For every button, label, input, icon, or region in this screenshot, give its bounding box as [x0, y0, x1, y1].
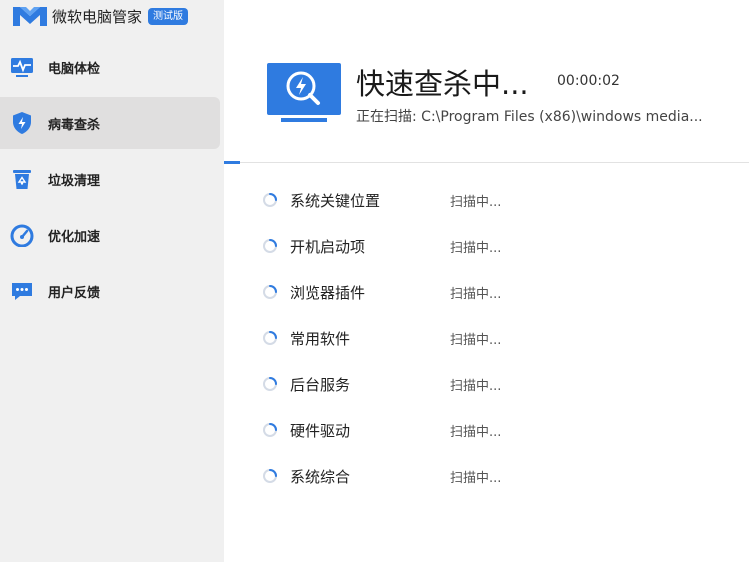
scan-item-label: 系统关键位置 [290, 191, 381, 210]
chat-bubble-icon [10, 279, 34, 303]
shield-lightning-icon [10, 111, 34, 135]
scan-item: 系统关键位置 扫描中... [262, 188, 682, 212]
scan-item-label: 硬件驱动 [290, 421, 351, 440]
sidebar-item-pc-checkup[interactable]: 电脑体检 [0, 41, 220, 93]
scan-item-status: 扫描中... [450, 378, 502, 394]
scan-current-path: 正在扫描: C:\Program Files (x86)\windows med… [356, 109, 703, 125]
scan-item-status: 扫描中... [450, 286, 502, 302]
loading-spinner-icon [262, 192, 278, 208]
sidebar-item-junk-cleanup[interactable]: 垃圾清理 [0, 153, 220, 205]
scan-item-label: 开机启动项 [290, 237, 366, 256]
scan-item-status: 扫描中... [450, 240, 502, 256]
sidebar-item-optimize[interactable]: 优化加速 [0, 209, 220, 261]
scanning-monitor-icon [267, 63, 341, 122]
scan-timer: 00:00:02 [557, 73, 620, 89]
scan-item: 硬件驱动 扫描中... [262, 418, 682, 442]
scan-item-label: 后台服务 [290, 375, 351, 394]
scan-progress-bar [224, 161, 240, 164]
sidebar-item-label: 优化加速 [48, 229, 101, 245]
scan-item-label: 系统综合 [290, 467, 351, 486]
loading-spinner-icon [262, 330, 278, 346]
scan-title: 快速查杀中... [356, 67, 529, 101]
scan-progress-track [224, 162, 749, 163]
sidebar-item-label: 用户反馈 [48, 285, 101, 301]
sidebar-item-virus-scan[interactable]: 病毒查杀 [0, 97, 220, 149]
speedometer-icon [10, 223, 34, 247]
scan-item-label: 常用软件 [290, 329, 351, 348]
monitor-pulse-icon [10, 55, 34, 79]
scan-item-status: 扫描中... [450, 194, 502, 210]
app-brand: 微软电脑管家 测试版 [12, 4, 189, 28]
app-name: 微软电脑管家 [52, 7, 143, 26]
loading-spinner-icon [262, 376, 278, 392]
sidebar-item-feedback[interactable]: 用户反馈 [0, 265, 220, 317]
sidebar-item-label: 电脑体检 [48, 61, 101, 77]
scan-item-label: 浏览器插件 [290, 283, 366, 302]
loading-spinner-icon [262, 468, 278, 484]
scan-item: 后台服务 扫描中... [262, 372, 682, 396]
scan-item: 开机启动项 扫描中... [262, 234, 682, 258]
sidebar: 微软电脑管家 测试版 电脑体检 病毒查杀 垃圾清理 优化加速 用户反馈 [0, 0, 224, 562]
app-logo-icon [13, 7, 47, 26]
recycle-bin-icon [10, 167, 34, 191]
scan-item-status: 扫描中... [450, 424, 502, 440]
loading-spinner-icon [262, 238, 278, 254]
beta-badge: 测试版 [148, 7, 189, 25]
loading-spinner-icon [262, 284, 278, 300]
scan-item: 系统综合 扫描中... [262, 464, 682, 488]
scan-item: 常用软件 扫描中... [262, 326, 682, 350]
loading-spinner-icon [262, 422, 278, 438]
sidebar-item-label: 垃圾清理 [48, 173, 101, 189]
scan-item-status: 扫描中... [450, 332, 502, 348]
scan-item: 浏览器插件 扫描中... [262, 280, 682, 304]
scan-item-status: 扫描中... [450, 470, 502, 486]
sidebar-item-label: 病毒查杀 [48, 117, 101, 133]
